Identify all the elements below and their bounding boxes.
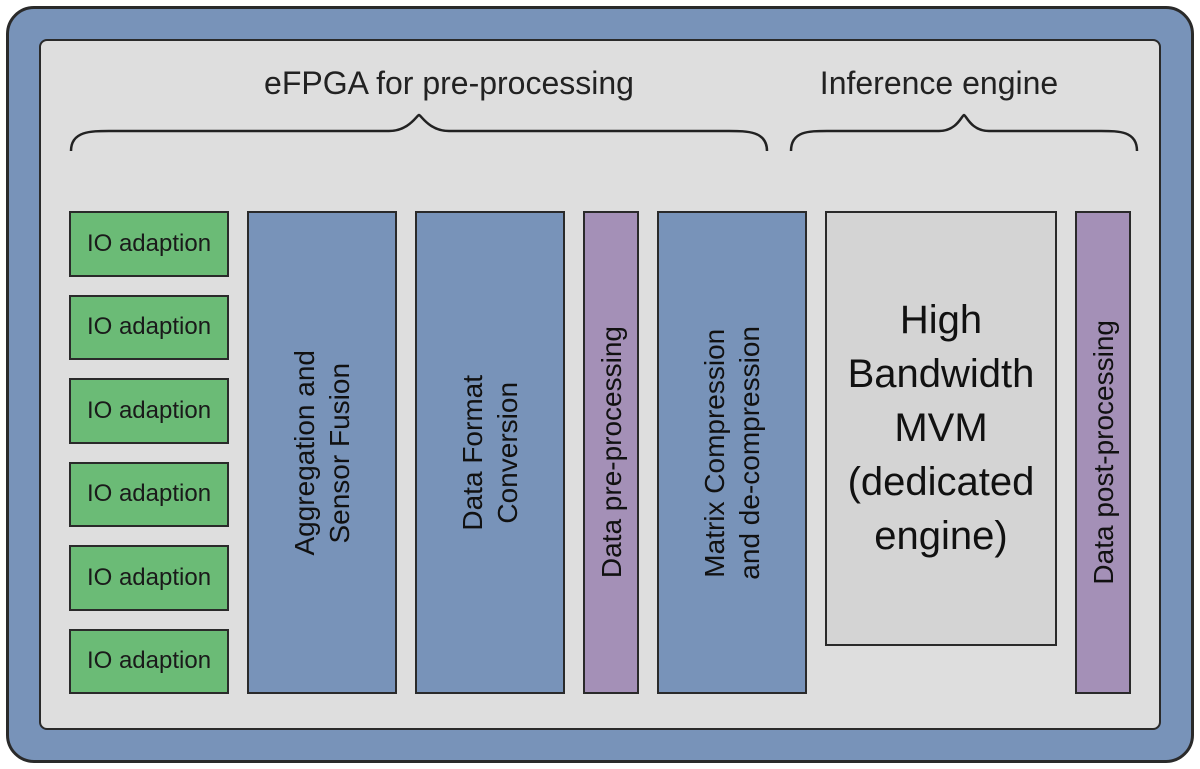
- mvm-block: High Bandwidth MVM (dedicated engine): [825, 211, 1057, 646]
- io-column: IO adaption IO adaption IO adaption IO a…: [69, 211, 229, 694]
- io-adaption-box: IO adaption: [69, 462, 229, 528]
- io-adaption-box: IO adaption: [69, 295, 229, 361]
- outer-frame: eFPGA for pre-processing Inference engin…: [6, 6, 1194, 763]
- post-processing-label: Data post-processing: [1086, 320, 1121, 585]
- io-adaption-box: IO adaption: [69, 378, 229, 444]
- pre-processing-label: Data pre-processing: [594, 326, 629, 578]
- blocks-row: IO adaption IO adaption IO adaption IO a…: [69, 211, 1131, 694]
- pre-processing-block: Data pre-processing: [583, 211, 639, 694]
- post-processing-block: Data post-processing: [1075, 211, 1131, 694]
- matrix-compression-block: Matrix Compression and de-compression: [657, 211, 807, 694]
- aggregation-block: Aggregation and Sensor Fusion: [247, 211, 397, 694]
- header-efpga: eFPGA for pre-processing: [239, 65, 659, 102]
- io-adaption-box: IO adaption: [69, 629, 229, 695]
- aggregation-label: Aggregation and Sensor Fusion: [287, 350, 357, 556]
- io-adaption-box: IO adaption: [69, 545, 229, 611]
- format-conversion-label: Data Format Conversion: [455, 375, 525, 531]
- header-area: eFPGA for pre-processing Inference engin…: [69, 61, 1131, 206]
- inner-panel: eFPGA for pre-processing Inference engin…: [39, 39, 1161, 730]
- brace-right: [789, 113, 1139, 153]
- mvm-label: High Bandwidth MVM (dedicated engine): [845, 293, 1037, 563]
- io-adaption-box: IO adaption: [69, 211, 229, 277]
- header-inference: Inference engine: [779, 65, 1099, 102]
- brace-left: [69, 113, 769, 153]
- matrix-compression-label: Matrix Compression and de-compression: [697, 326, 767, 580]
- format-conversion-block: Data Format Conversion: [415, 211, 565, 694]
